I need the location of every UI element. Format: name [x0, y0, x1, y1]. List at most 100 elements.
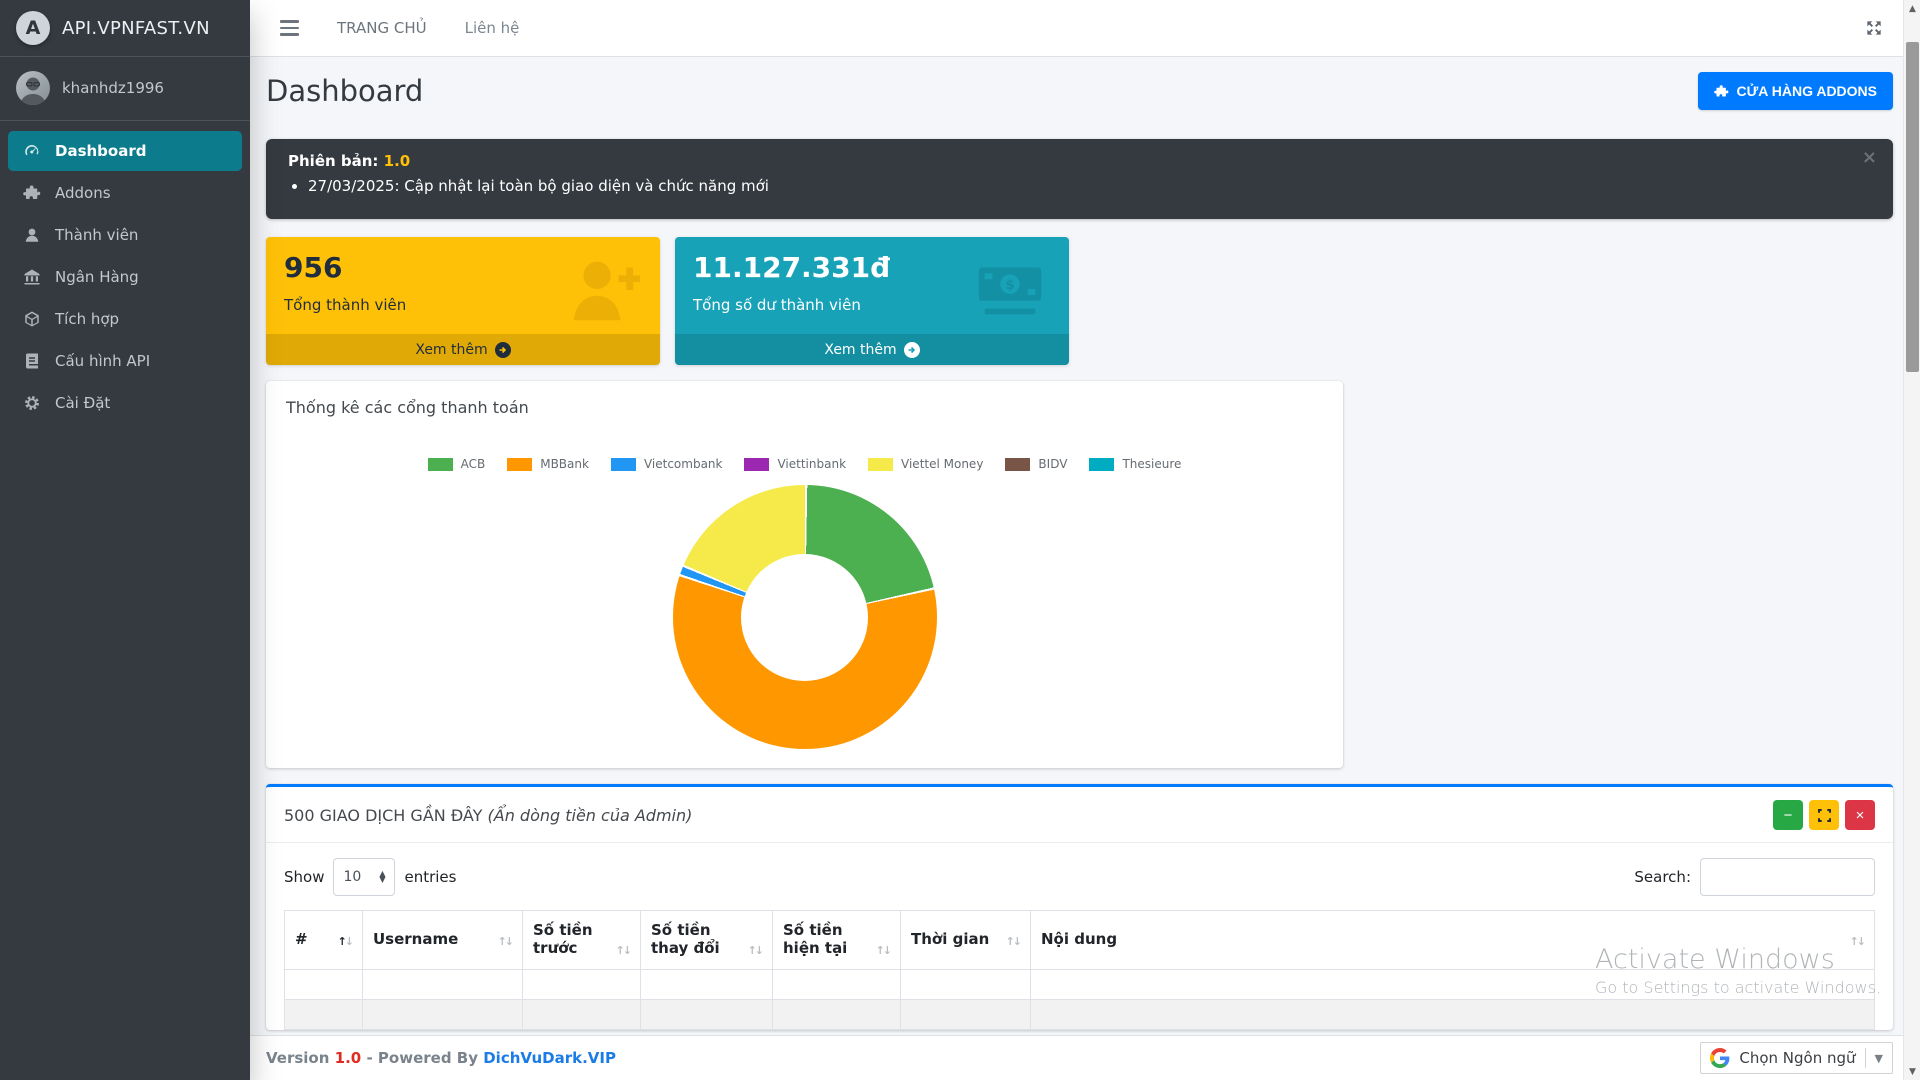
remove-button[interactable]: × [1845, 800, 1875, 830]
table-cell [523, 1000, 641, 1030]
sort-icon: ↑↓ [1006, 935, 1020, 948]
main-area: TRANG CHỦ Liên hệ Dashboard CỬA HÀNG ADD… [250, 0, 1920, 1080]
sidebar-item-integrations[interactable]: Tích hợp [8, 299, 242, 339]
legend-swatch [428, 458, 453, 471]
hamburger-menu-icon[interactable] [280, 20, 299, 36]
table-cell [773, 970, 901, 1000]
vertical-scrollbar[interactable]: ▲ ▼ [1903, 0, 1920, 1080]
footer-version-text: Version 1.0 - Powered By DichVuDark.VIP [266, 1049, 616, 1067]
sidebar-item-banks[interactable]: Ngân Hàng [8, 257, 242, 297]
caret-down-icon: ▼ [1875, 1052, 1883, 1065]
page-length-select[interactable]: 10 ▲▼ [333, 858, 395, 896]
sidebar-item-label: Cấu hình API [55, 352, 150, 370]
column-header[interactable]: Số tiền trước ↑↓ [523, 911, 641, 970]
legend-item[interactable]: Vietcombank [611, 457, 723, 471]
stat-box-balance: $ 11.127.331đ Tổng số dư thành viên Xem … [675, 237, 1069, 365]
legend-label: ACB [461, 457, 486, 471]
legend-swatch [744, 458, 769, 471]
table-cell [285, 970, 363, 1000]
table-cell [363, 1000, 523, 1030]
table-cell [901, 1000, 1031, 1030]
arrow-circle-right-icon [904, 342, 920, 358]
sidebar-item-label: Thành viên [55, 226, 138, 244]
legend-item[interactable]: Thesieure [1089, 457, 1181, 471]
nav-link-contact[interactable]: Liên hệ [465, 19, 520, 37]
user-icon [22, 226, 42, 244]
legend-item[interactable]: Viettel Money [868, 457, 983, 471]
table-cell [773, 1000, 901, 1030]
scroll-down-icon[interactable]: ▼ [1904, 1063, 1920, 1080]
sidebar-item-label: Ngân Hàng [55, 268, 139, 286]
scrollbar-thumb[interactable] [1906, 42, 1919, 372]
user-panel[interactable]: khanhdz1996 [0, 57, 250, 121]
column-header[interactable]: Thời gian ↑↓ [901, 911, 1031, 970]
legend-item[interactable]: ACB [428, 457, 486, 471]
stat-label: Tổng thành viên [284, 296, 642, 314]
footer-version-number: 1.0 [335, 1049, 362, 1067]
maximize-button[interactable] [1809, 800, 1839, 830]
scroll-up-icon[interactable]: ▲ [1904, 0, 1920, 17]
language-selector[interactable]: Chọn Ngôn ngữ ▼ [1700, 1042, 1893, 1074]
collapse-button[interactable]: − [1773, 800, 1803, 830]
stat-more-link[interactable]: Xem thêm [675, 334, 1069, 365]
avatar [16, 71, 50, 105]
version-number: 1.0 [384, 152, 411, 170]
fullscreen-icon[interactable] [1864, 18, 1884, 38]
column-header-label: Thời gian [911, 930, 989, 948]
brand-logo-icon: A [16, 11, 50, 45]
expand-icon [1818, 809, 1831, 822]
legend-label: Vietcombank [644, 457, 723, 471]
sidebar-item-settings[interactable]: Cài Đặt [8, 383, 242, 423]
search-input[interactable] [1700, 858, 1875, 896]
column-header[interactable]: #↑↓ [285, 911, 363, 970]
legend-swatch [1005, 458, 1030, 471]
search-label: Search: [1634, 868, 1691, 886]
select-arrows-icon: ▲▼ [379, 871, 385, 883]
main-footer: Version 1.0 - Powered By DichVuDark.VIP … [250, 1035, 1903, 1080]
content: Dashboard CỬA HÀNG ADDONS Phiên bản: 1.0… [250, 57, 1920, 1030]
legend-swatch [868, 458, 893, 471]
legend-item[interactable]: MBBank [507, 457, 589, 471]
nav-link-home[interactable]: TRANG CHỦ [337, 19, 427, 37]
stat-label: Tổng số dư thành viên [693, 296, 1051, 314]
donut-chart[interactable] [673, 485, 937, 749]
google-icon [1710, 1048, 1730, 1068]
legend-item[interactable]: Viettinbank [744, 457, 846, 471]
addons-store-button[interactable]: CỬA HÀNG ADDONS [1698, 72, 1893, 110]
tachometer-icon [22, 142, 42, 160]
stat-more-link[interactable]: Xem thêm [266, 334, 660, 365]
sidebar-item-label: Tích hợp [55, 310, 119, 328]
sidebar-item-addons[interactable]: Addons [8, 173, 242, 213]
column-header[interactable]: Số tiền hiện tại↑↓ [773, 911, 901, 970]
sidebar-item-api-config[interactable]: Cấu hình API [8, 341, 242, 381]
sort-icon: ↑↓ [748, 944, 762, 957]
puzzle-icon [22, 184, 42, 202]
table-row [285, 970, 1875, 1000]
close-icon[interactable]: × [1862, 147, 1877, 168]
sort-icon: ↑↓ [616, 944, 630, 957]
legend-swatch [507, 458, 532, 471]
sidebar-item-members[interactable]: Thành viên [8, 215, 242, 255]
brand[interactable]: A API.VPNFAST.VN [0, 0, 250, 57]
table-row [285, 1000, 1875, 1030]
column-header[interactable]: Nội dung↑↓ [1031, 911, 1875, 970]
column-header-label: Username [373, 930, 458, 948]
user-name: khanhdz1996 [62, 79, 164, 97]
column-header[interactable]: Username ↑↓ [363, 911, 523, 970]
legend-label: MBBank [540, 457, 589, 471]
table-cell [641, 970, 773, 1000]
chart-legend: ACB MBBank Vietcombank Viettinbank Viettel M… [286, 457, 1323, 471]
legend-item[interactable]: BIDV [1005, 457, 1067, 471]
legend-label: Thesieure [1122, 457, 1181, 471]
sidebar-item-dashboard[interactable]: Dashboard [8, 131, 242, 171]
chart-title: Thống kê các cổng thanh toán [286, 398, 1323, 417]
column-header[interactable]: Số tiền thay đổi↑↓ [641, 911, 773, 970]
powered-by-link[interactable]: DichVuDark.VIP [483, 1049, 616, 1067]
sort-icon: ↑↓ [338, 935, 352, 948]
legend-swatch [611, 458, 636, 471]
sort-icon: ↑↓ [498, 935, 512, 948]
column-header-label: Số tiền trước [533, 921, 612, 957]
show-label: Show [284, 868, 324, 886]
sidebar-menu: DashboardAddons Thành viên Ngân Hàng Tích h… [0, 121, 250, 435]
stat-box-members: 956 Tổng thành viên Xem thêm [266, 237, 660, 365]
